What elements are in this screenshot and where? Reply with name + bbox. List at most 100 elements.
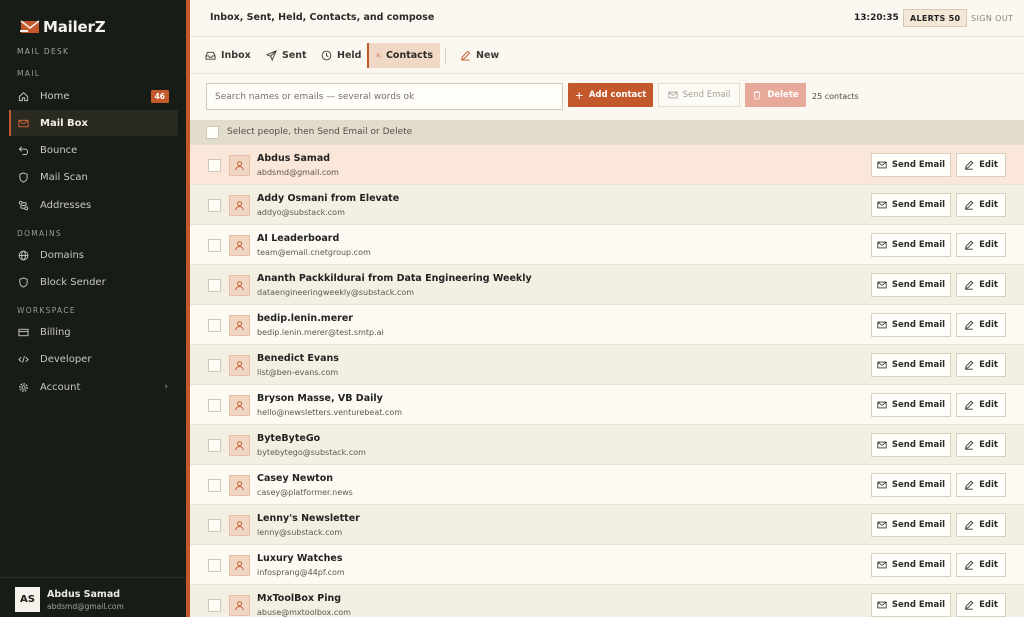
table-row[interactable]: ByteByteGo bytebytego@substack.com Send Em…: [190, 425, 1024, 465]
table-row[interactable]: Benedict Evans list@ben-evans.com Send Ema…: [190, 345, 1024, 385]
row-edit-button[interactable]: Edit: [956, 233, 1006, 257]
table-row[interactable]: Bryson Masse, VB Daily hello@newsletters.…: [190, 385, 1024, 425]
contact-avatar: [229, 595, 250, 616]
clock: 13:20:35: [854, 13, 899, 23]
sidebar-item-account[interactable]: Account ›: [9, 374, 178, 400]
row-checkbox[interactable]: [208, 199, 221, 212]
row-edit-button[interactable]: Edit: [956, 353, 1006, 377]
tab-contacts[interactable]: Contacts: [367, 43, 440, 68]
row-edit-button[interactable]: Edit: [956, 393, 1006, 417]
user-icon: [234, 200, 245, 211]
row-send-email-button[interactable]: Send Email: [871, 153, 951, 177]
contact-name: Abdus Samad: [257, 153, 331, 164]
sidebar-item-developer[interactable]: Developer: [9, 346, 178, 372]
tab-inbox[interactable]: Inbox: [198, 43, 258, 68]
page-title: Inbox, Sent, Held, Contacts, and compose: [210, 12, 435, 23]
row-edit-button[interactable]: Edit: [956, 513, 1006, 537]
row-checkbox[interactable]: [208, 599, 221, 612]
chevron-right-icon: ›: [164, 382, 168, 392]
app-logo[interactable]: MailerZ: [20, 18, 106, 36]
row-send-email-button[interactable]: Send Email: [871, 593, 951, 617]
sidebar-item-home[interactable]: Home 46: [9, 83, 178, 109]
table-row[interactable]: Addy Osmani from Elevate addyo@substack.c…: [190, 185, 1024, 225]
send-email-label: Send Email: [891, 240, 946, 250]
table-row[interactable]: Lenny's Newsletter lenny@substack.com Send…: [190, 505, 1024, 545]
contact-email: hello@newsletters.venturebeat.com: [257, 408, 403, 417]
pencil-icon: [964, 160, 979, 170]
table-row[interactable]: AI Leaderboard team@email.cnetgroup.com Se…: [190, 225, 1024, 265]
sidebar-item-label: Home: [40, 90, 70, 102]
contact-email: bytebytego@substack.com: [257, 448, 366, 457]
edit-label: Edit: [979, 400, 998, 410]
alerts-button[interactable]: ALERTS 50: [903, 9, 968, 27]
sidebar-item-block-sender[interactable]: Block Sender: [9, 269, 178, 295]
row-checkbox[interactable]: [208, 359, 221, 372]
row-send-email-button[interactable]: Send Email: [871, 313, 951, 337]
user-profile[interactable]: AS Abdus Samad abdsmd@gmail.com: [0, 577, 186, 617]
sidebar-item-billing[interactable]: Billing: [9, 319, 178, 345]
pencil-icon: [964, 280, 979, 290]
row-checkbox[interactable]: [208, 239, 221, 252]
tab-new[interactable]: New: [453, 43, 506, 68]
user-icon: [234, 440, 245, 451]
sidebar-item-label: Block Sender: [40, 276, 106, 288]
row-checkbox[interactable]: [208, 479, 221, 492]
row-checkbox[interactable]: [208, 399, 221, 412]
table-row[interactable]: Casey Newton casey@platformer.news Send Em…: [190, 465, 1024, 505]
table-row[interactable]: Luxury Watches infosprang@44pf.com Send Em…: [190, 545, 1024, 585]
sidebar-item-domains[interactable]: Domains: [9, 242, 178, 268]
shield-icon: [18, 171, 29, 183]
row-edit-button[interactable]: Edit: [956, 593, 1006, 617]
send-email-label: Send Email: [891, 360, 946, 370]
tab-bar: Inbox Sent Held Contacts New: [190, 37, 1024, 74]
table-row[interactable]: Abdus Samad abdsmd@gmail.com Send Email Edi…: [190, 145, 1024, 185]
row-send-email-button[interactable]: Send Email: [871, 433, 951, 457]
row-send-email-button[interactable]: Send Email: [871, 233, 951, 257]
mail-icon: [877, 200, 892, 210]
select-all-checkbox[interactable]: [206, 126, 219, 139]
top-bar: Inbox, Sent, Held, Contacts, and compose…: [190, 0, 1024, 37]
tab-label: New: [476, 50, 500, 61]
row-send-email-button[interactable]: Send Email: [871, 193, 951, 217]
send-email-button[interactable]: Send Email: [658, 83, 740, 107]
sign-out-link[interactable]: SIGN OUT: [971, 14, 1013, 23]
row-edit-button[interactable]: Edit: [956, 433, 1006, 457]
sidebar-item-bounce[interactable]: Bounce: [9, 137, 178, 163]
row-edit-button[interactable]: Edit: [956, 553, 1006, 577]
search-input[interactable]: [206, 83, 563, 110]
tab-sent[interactable]: Sent: [259, 43, 314, 68]
row-edit-button[interactable]: Edit: [956, 153, 1006, 177]
row-send-email-button[interactable]: Send Email: [871, 553, 951, 577]
row-send-email-button[interactable]: Send Email: [871, 513, 951, 537]
tab-held[interactable]: Held: [314, 43, 368, 68]
send-email-label: Send Email: [891, 400, 946, 410]
sidebar-item-mail-scan[interactable]: Mail Scan: [9, 164, 178, 190]
row-checkbox[interactable]: [208, 319, 221, 332]
code-icon: [18, 354, 29, 365]
send-email-label: Send Email: [891, 440, 946, 450]
row-send-email-button[interactable]: Send Email: [871, 273, 951, 297]
send-email-label: Send Email: [891, 200, 946, 210]
row-send-email-button[interactable]: Send Email: [871, 473, 951, 497]
users-icon: [376, 53, 381, 58]
mail-icon: [18, 118, 29, 129]
row-checkbox[interactable]: [208, 439, 221, 452]
row-checkbox[interactable]: [208, 519, 221, 532]
row-edit-button[interactable]: Edit: [956, 193, 1006, 217]
row-checkbox[interactable]: [208, 159, 221, 172]
table-row[interactable]: Ananth Packkildurai from Data Engineerin…: [190, 265, 1024, 305]
sidebar-item-addresses[interactable]: Addresses: [9, 192, 178, 218]
row-edit-button[interactable]: Edit: [956, 313, 1006, 337]
row-send-email-button[interactable]: Send Email: [871, 353, 951, 377]
add-contact-button[interactable]: + Add contact: [568, 83, 653, 107]
row-checkbox[interactable]: [208, 559, 221, 572]
table-row[interactable]: MxToolBox Ping abuse@mxtoolbox.com Send Em…: [190, 585, 1024, 617]
delete-button[interactable]: Delete: [745, 83, 806, 107]
row-edit-button[interactable]: Edit: [956, 273, 1006, 297]
row-checkbox[interactable]: [208, 279, 221, 292]
sidebar-item-mail-box[interactable]: Mail Box: [9, 110, 178, 136]
table-row[interactable]: bedip.lenin.merer bedip.lenin.merer@test.…: [190, 305, 1024, 345]
addresses-icon: [18, 200, 29, 211]
row-edit-button[interactable]: Edit: [956, 473, 1006, 497]
row-send-email-button[interactable]: Send Email: [871, 393, 951, 417]
